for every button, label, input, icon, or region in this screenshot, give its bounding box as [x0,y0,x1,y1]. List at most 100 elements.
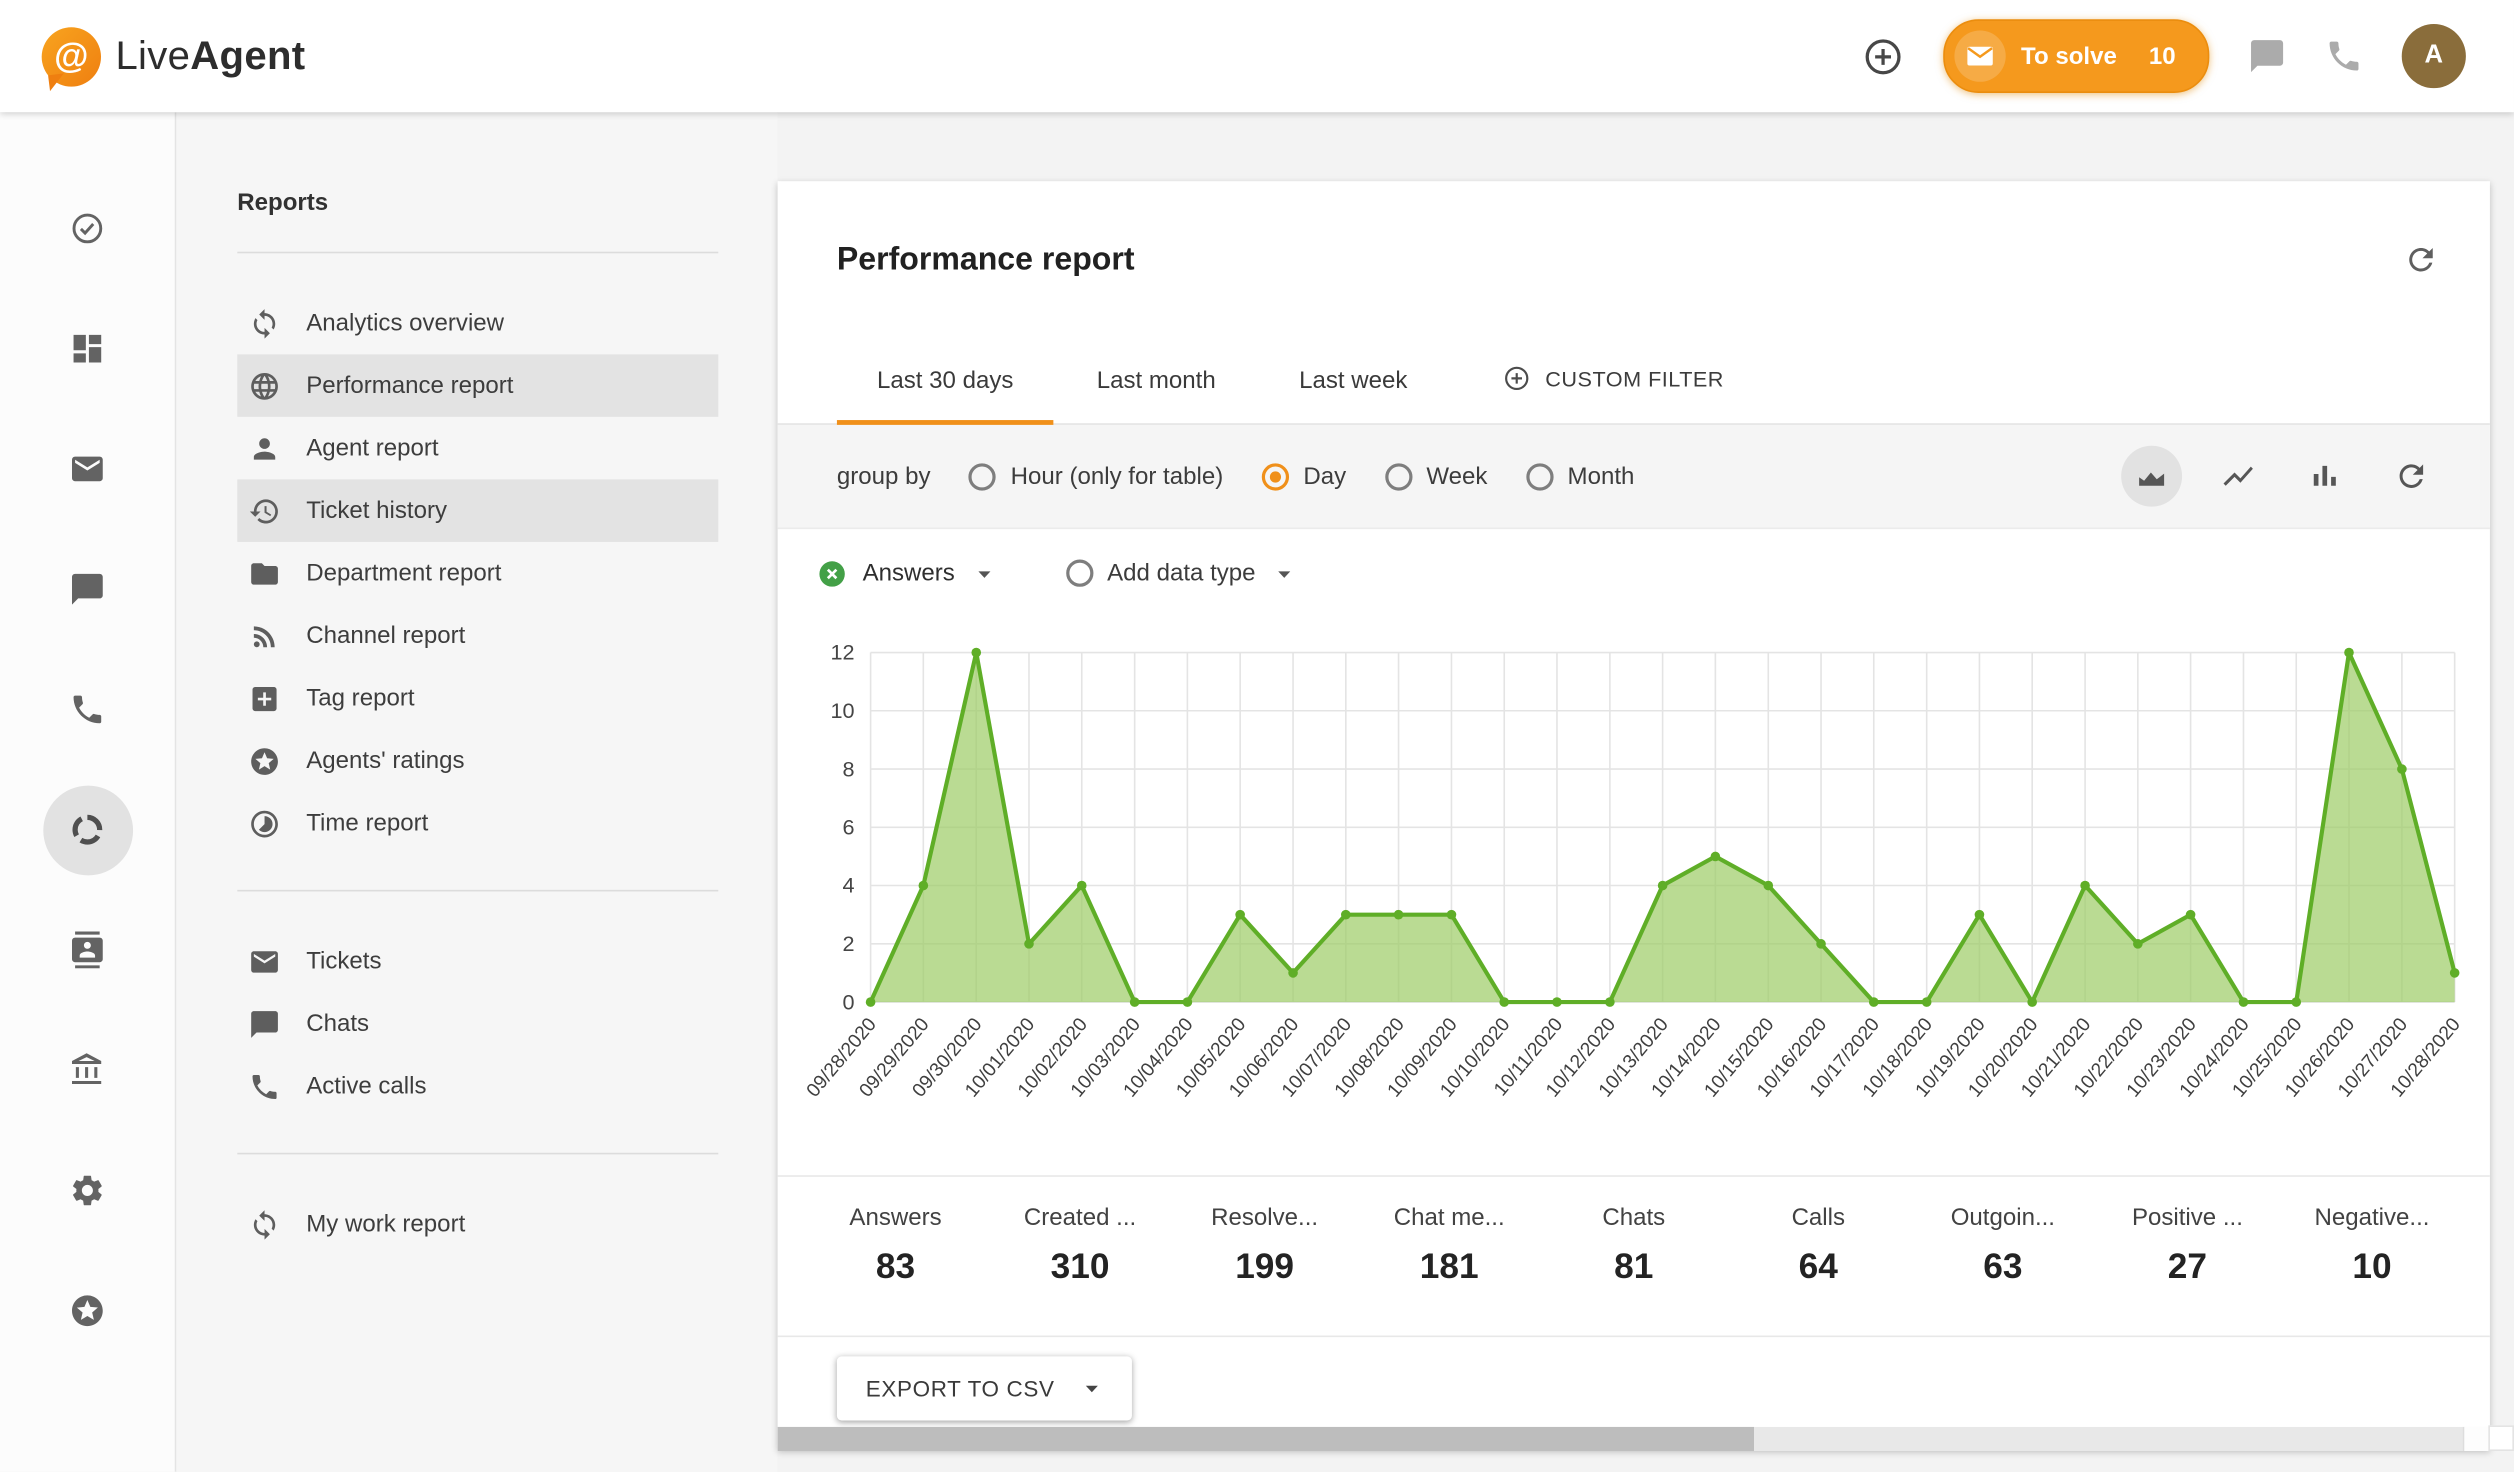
svg-text:6: 6 [843,815,855,840]
rail-item-bank[interactable] [0,1010,175,1130]
icon-rail [0,112,176,1472]
stat-created: Created ...310 [988,1204,1173,1287]
loop-icon [247,307,282,339]
rail-item-mail[interactable] [0,409,175,529]
rail-item-gear[interactable] [0,1130,175,1250]
add-data-type-label: Add data type [1107,560,1255,587]
export-to-csv-button[interactable]: EXPORT TO CSV [837,1356,1132,1420]
refresh-icon[interactable] [2403,242,2438,277]
sidebar-item-label: Ticket history [306,497,447,524]
remove-series-icon[interactable] [816,557,848,589]
stat-label: Resolve... [1172,1204,1357,1231]
page-title: Performance report [837,242,1135,279]
phone-icon [42,665,132,755]
rail-item-chat[interactable] [0,529,175,649]
line-chart-icon[interactable] [2208,446,2269,507]
to-solve-label: To solve [2021,42,2117,69]
card-header: Performance report [778,181,2490,325]
custom-filter-button[interactable]: CUSTOM FILTER [1502,364,1724,423]
svg-text:8: 8 [843,756,855,781]
answers-area-chart[interactable]: 02468101209/28/202009/29/202009/30/20201… [778,617,2490,1159]
sidebar-item-tag-report[interactable]: Tag report [237,667,718,730]
stat-value: 81 [1541,1246,1726,1288]
create-new-icon[interactable] [1861,34,1904,77]
performance-report-card: Performance report Last 30 daysLast mont… [778,181,2490,1451]
group-by-month[interactable]: Month [1526,463,1635,490]
mail-icon [42,424,132,514]
rail-item-donut[interactable] [0,770,175,890]
answers-series-chip[interactable]: Answers [816,557,998,589]
sidebar-item-label: Performance report [306,372,513,399]
sidebar-item-analytics-overview[interactable]: Analytics overview [237,292,718,355]
chevron-down-icon[interactable] [1270,559,1299,588]
contacts-icon [42,905,132,995]
group-by-label: group by [837,463,931,490]
phone-icon[interactable] [2325,37,2363,75]
group-by-hour-only-for-table[interactable]: Hour (only for table) [969,463,1223,490]
add-data-type-option[interactable]: Add data type [1065,559,1298,588]
rail-item-phone[interactable] [0,649,175,769]
folder-icon [247,557,282,589]
chevron-down-icon[interactable] [969,559,998,588]
sidebar-item-label: Agent report [306,434,438,461]
svg-text:0: 0 [843,989,855,1014]
sidebar-item-active-calls[interactable]: Active calls [237,1055,718,1118]
sidebar-item-department-report[interactable]: Department report [237,542,718,605]
tab-last-week[interactable]: Last week [1259,367,1447,423]
rail-item-star-circle[interactable] [0,1251,175,1371]
tab-last-30-days[interactable]: Last 30 days [837,367,1054,423]
data-type-bar: Answers Add data type [778,529,2490,617]
sidebar-item-ticket-history[interactable]: Ticket history [237,479,718,542]
group-by-day[interactable]: Day [1262,463,1346,490]
chat-icon [247,1008,282,1040]
bar-chart-icon[interactable] [2294,446,2355,507]
sidebar-item-label: Tag report [306,685,414,712]
group-by-week[interactable]: Week [1385,463,1488,490]
sidebar-item-time-report[interactable]: Time report [237,792,718,855]
svg-text:10: 10 [830,698,854,723]
radio-icon [1262,463,1289,490]
sidebar-item-channel-report[interactable]: Channel report [237,604,718,667]
radio-icon [1065,560,1092,587]
sidebar-item-label: Department report [306,560,501,587]
sidebar-item-agent-report[interactable]: Agent report [237,417,718,480]
donut-icon [42,785,132,875]
chat-icon[interactable] [2248,37,2286,75]
stat-value: 10 [2280,1246,2465,1288]
add-box-icon [247,682,282,714]
sidebar-item-tickets[interactable]: Tickets [237,930,718,993]
stat-value: 199 [1172,1246,1357,1288]
svg-text:4: 4 [843,873,855,898]
sidebar-item-agents-ratings[interactable]: Agents' ratings [237,730,718,793]
sidebar-item-my-work-report[interactable]: My work report [237,1193,718,1256]
sidebar-item-label: Analytics overview [306,309,504,336]
tab-last-month[interactable]: Last month [1057,367,1256,423]
phone-icon [247,1070,282,1102]
scrollbar-thumb[interactable] [778,1427,1754,1451]
report-tabs: Last 30 daysLast monthLast week CUSTOM FI… [778,325,2490,424]
sidebar-title: Reports [237,189,718,216]
rail-item-dashboard[interactable] [0,289,175,409]
area-chart-icon[interactable] [2121,446,2182,507]
sidebar-item-performance-report[interactable]: Performance report [237,354,718,417]
to-solve-button[interactable]: To solve 10 [1942,19,2209,93]
user-avatar[interactable]: A [2402,24,2466,88]
divider [237,890,718,892]
horizontal-scrollbar[interactable] [778,1427,2490,1451]
liveagent-logo[interactable]: @ LiveAgent [42,26,306,85]
custom-filter-label: CUSTOM FILTER [1545,366,1724,390]
stat-value: 310 [988,1246,1173,1288]
radio-icon [969,463,996,490]
radio-label: Week [1426,463,1487,490]
sidebar-item-chats[interactable]: Chats [237,992,718,1055]
rail-item-contacts[interactable] [0,890,175,1010]
rail-item-check-circle[interactable] [0,168,175,288]
stat-chats: Chats81 [1541,1204,1726,1287]
stat-label: Chat me... [1357,1204,1542,1231]
svg-text:2: 2 [843,931,855,956]
radio-icon [1385,463,1412,490]
header-actions: To solve 10 A [1861,19,2466,93]
svg-text:12: 12 [830,640,854,665]
scrollbar-corner [2463,1427,2490,1451]
refresh-icon[interactable] [2381,446,2442,507]
